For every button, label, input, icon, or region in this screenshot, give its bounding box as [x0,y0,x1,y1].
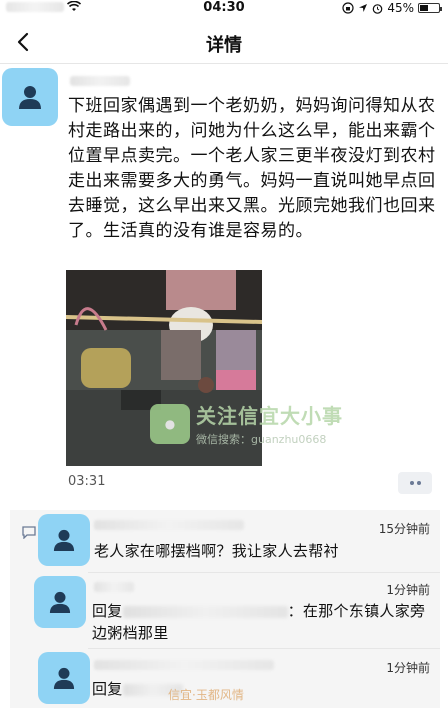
watermark-text: 关注信宜大小事 微信搜索：guanzhu0668 [196,400,343,447]
comment-time: 15分钟前 [378,522,430,536]
comment-text: 老人家在哪摆档啊？我让家人去帮衬 [94,542,339,560]
bottom-watermark: 信宜·玉都风情 [168,688,244,702]
commenter-name-blurred[interactable] [94,520,244,530]
lock-rotation-icon [342,2,354,14]
person-icon [53,667,75,689]
person-icon [49,591,71,613]
comment-time: 1分钟前 [386,583,430,597]
author-avatar[interactable] [2,68,58,126]
battery-level [420,5,429,11]
post-text: 下班回家偶遇到一个老奶奶，妈妈询问得知从农村走路出来的，问她为什么这么早，能出来… [68,96,436,241]
dot-icon [416,481,421,485]
battery-percent: 45% [387,1,414,15]
page-title: 详情 [206,35,242,56]
person-icon [53,529,75,551]
watermark: ● 关注信宜大小事 微信搜索：guanzhu0668 [150,400,343,447]
watermark-main: 关注信宜大小事 [196,404,343,428]
comment-text-reply: 回复 ：在那个东镇人家旁边粥档那里 [92,600,432,644]
post-time: 03:31 [68,474,106,489]
divider [88,648,440,649]
status-bar: 04:30 45% [0,0,448,16]
location-icon [359,4,368,12]
navigation-bar: 详情 [0,20,448,64]
person-icon [19,86,41,109]
dot-icon [409,481,414,485]
commenter-avatar[interactable] [38,652,90,704]
commenter-avatar[interactable] [34,576,86,628]
battery-icon [418,3,442,13]
commenter-avatar[interactable] [38,514,90,566]
reply-prefix: 回复 [92,680,123,698]
commenter-name-blurred[interactable] [94,660,274,670]
commenter-name-blurred[interactable] [94,582,134,592]
alarm-icon [373,3,383,14]
more-actions-button[interactable] [398,472,432,494]
comment-icon [22,526,36,539]
reply-prefix: 回复 [92,602,123,620]
status-icons: 45% [342,1,442,15]
author-name-blurred[interactable] [70,76,130,86]
watermark-sub: 微信搜索：guanzhu0668 [196,433,327,446]
watermark-logo-icon: ● [150,403,190,444]
comment-time: 1分钟前 [386,661,430,675]
reply-target-blurred[interactable] [122,605,288,618]
divider [88,572,440,573]
